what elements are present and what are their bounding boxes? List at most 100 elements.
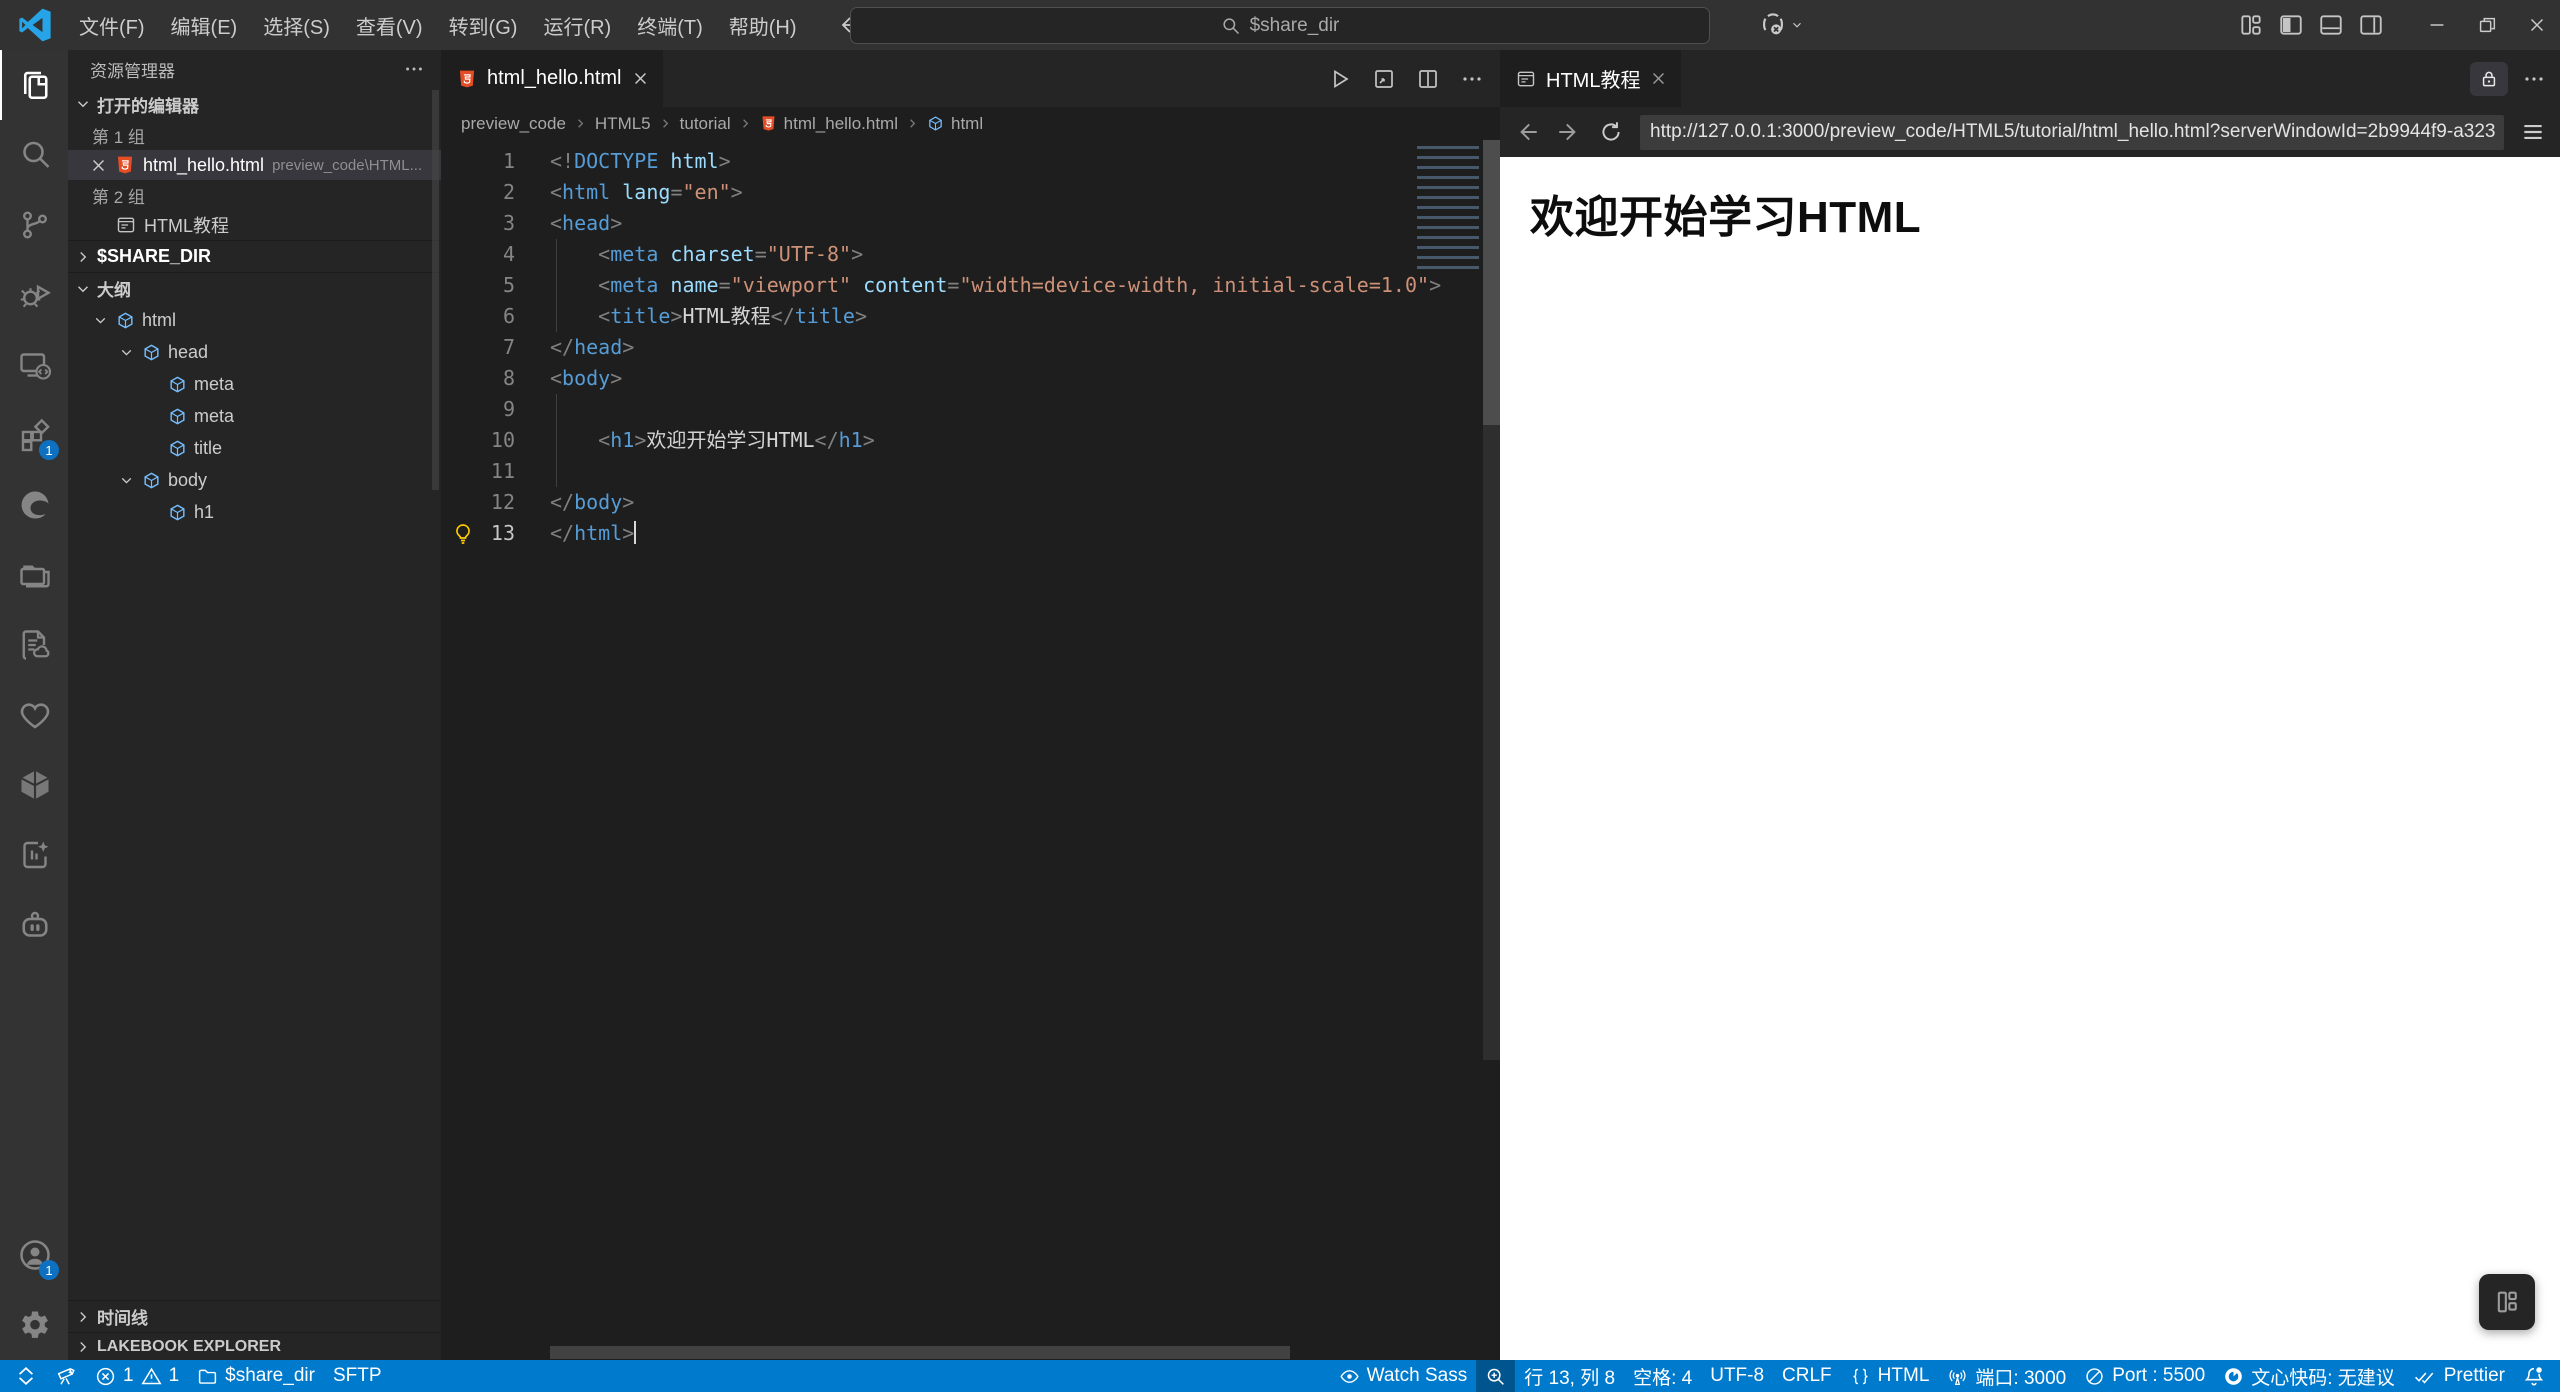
- run-debug-icon[interactable]: [0, 260, 68, 330]
- run-file-icon[interactable]: [1328, 67, 1352, 91]
- indentation[interactable]: 空格: 4: [1624, 1360, 1701, 1392]
- code-line[interactable]: 5 <meta name="viewport" content="width=d…: [441, 270, 1500, 301]
- outline-node[interactable]: meta: [68, 400, 441, 432]
- toggle-primary-sidebar-icon[interactable]: [2278, 12, 2304, 38]
- reload-icon[interactable]: [1598, 119, 1624, 145]
- open-editors-header[interactable]: 打开的编辑器: [68, 88, 441, 120]
- remote-explorer-icon[interactable]: [0, 330, 68, 400]
- minimap[interactable]: [1411, 140, 1483, 272]
- code-line[interactable]: 6 <title>HTML教程</title>: [441, 301, 1500, 332]
- search-view-icon[interactable]: [0, 120, 68, 190]
- code-line[interactable]: 11: [441, 456, 1500, 487]
- cursor-position[interactable]: 行 13, 列 8: [1515, 1360, 1624, 1392]
- robot-icon[interactable]: [0, 890, 68, 960]
- menu-selection[interactable]: 选择(S): [250, 0, 343, 50]
- menu-terminal[interactable]: 终端(T): [624, 0, 716, 50]
- outline-node[interactable]: meta: [68, 368, 441, 400]
- browser-menu-icon[interactable]: [2520, 119, 2546, 145]
- outline-node[interactable]: body: [68, 464, 441, 496]
- floating-layout-button[interactable]: [2479, 1274, 2535, 1330]
- toggle-secondary-sidebar-icon[interactable]: [2358, 12, 2384, 38]
- outline-node[interactable]: html: [68, 304, 441, 336]
- outline-node[interactable]: title: [68, 432, 441, 464]
- scrollbar-thumb[interactable]: [1483, 140, 1500, 425]
- outline-node[interactable]: head: [68, 336, 441, 368]
- lock-button[interactable]: [2470, 61, 2508, 96]
- close-window-button[interactable]: [2514, 0, 2560, 50]
- toggle-panel-icon[interactable]: [2318, 12, 2344, 38]
- port-cn-status[interactable]: 端口: 3000: [1938, 1360, 2075, 1392]
- more-actions-icon[interactable]: [2522, 67, 2546, 91]
- outline-node[interactable]: h1: [68, 496, 441, 528]
- minimize-button[interactable]: [2414, 0, 2460, 50]
- sidebar-scrollbar[interactable]: [432, 90, 439, 490]
- code-line[interactable]: 10 <h1>欢迎开始学习HTML</h1>: [441, 425, 1500, 456]
- lakebook-explorer-section[interactable]: LAKEBOOK EXPLORER: [68, 1332, 441, 1360]
- account-icon[interactable]: 1: [0, 1220, 68, 1290]
- workspace-folder[interactable]: $share_dir: [188, 1360, 324, 1392]
- telescope-button[interactable]: [46, 1360, 86, 1392]
- browser-back-icon[interactable]: [1514, 119, 1540, 145]
- settings-gear-icon[interactable]: [0, 1290, 68, 1360]
- breadcrumb-item[interactable]: tutorial: [680, 114, 731, 134]
- share-dir-section[interactable]: $SHARE_DIR: [68, 240, 441, 272]
- more-actions-icon[interactable]: [403, 58, 425, 80]
- sftp-status[interactable]: SFTP: [324, 1360, 391, 1392]
- lightbulb-icon[interactable]: [451, 522, 475, 546]
- code-line[interactable]: 1 <!DOCTYPE html>: [441, 146, 1500, 177]
- code-line[interactable]: 2 <html lang="en">: [441, 177, 1500, 208]
- menu-go[interactable]: 转到(G): [436, 0, 531, 50]
- split-editor-icon[interactable]: [1416, 67, 1440, 91]
- url-input[interactable]: http://127.0.0.1:3000/preview_code/HTML5…: [1640, 114, 2504, 150]
- zoom-in-status[interactable]: [1476, 1360, 1516, 1392]
- open-editor-preview[interactable]: HTML教程: [68, 210, 441, 240]
- comate-status[interactable]: 文心快码: 无建议: [2214, 1360, 2404, 1392]
- code-line[interactable]: 12 </body>: [441, 487, 1500, 518]
- extensions-icon[interactable]: 1: [0, 400, 68, 470]
- menu-view[interactable]: 查看(V): [343, 0, 436, 50]
- problems-indicator[interactable]: 1 1: [86, 1360, 188, 1392]
- tab-html-hello[interactable]: html_hello.html: [441, 50, 663, 107]
- timeline-section[interactable]: 时间线: [68, 1300, 441, 1332]
- code-line[interactable]: 7 </head>: [441, 332, 1500, 363]
- remote-indicator[interactable]: [6, 1360, 46, 1392]
- menu-help[interactable]: 帮助(H): [716, 0, 810, 50]
- open-editor-html-hello[interactable]: html_hello.html preview_code\HTML...: [68, 150, 441, 180]
- source-control-icon[interactable]: [0, 190, 68, 260]
- horizontal-scrollbar-thumb[interactable]: [550, 1346, 1290, 1359]
- prettier-status[interactable]: Prettier: [2404, 1360, 2514, 1392]
- edge-devtools-icon[interactable]: [0, 470, 68, 540]
- menu-run[interactable]: 运行(R): [530, 0, 624, 50]
- port-en-status[interactable]: Port : 5500: [2075, 1360, 2214, 1392]
- explorer-icon[interactable]: [0, 50, 68, 120]
- restore-button[interactable]: [2464, 0, 2510, 50]
- plugin-sparkle-icon[interactable]: [0, 820, 68, 890]
- code-line[interactable]: 9: [441, 394, 1500, 425]
- folder-library-icon[interactable]: [0, 540, 68, 610]
- code-line[interactable]: 3 <head>: [441, 208, 1500, 239]
- heart-icon[interactable]: [0, 680, 68, 750]
- browser-forward-icon[interactable]: [1556, 119, 1582, 145]
- close-icon[interactable]: [90, 157, 107, 174]
- breadcrumb-item[interactable]: html: [951, 114, 983, 134]
- code-editor[interactable]: 1 <!DOCTYPE html> 2 <html lang="en"> 3 <head>…: [441, 140, 1500, 1360]
- code-line[interactable]: 4 <meta charset="UTF-8">: [441, 239, 1500, 270]
- breadcrumb-item[interactable]: HTML5: [595, 114, 651, 134]
- code-line[interactable]: 8 <body>: [441, 363, 1500, 394]
- menu-edit[interactable]: 编辑(E): [158, 0, 251, 50]
- copilot-button[interactable]: [1758, 10, 1804, 40]
- eol-sequence[interactable]: CRLF: [1773, 1360, 1841, 1392]
- tab-preview[interactable]: HTML教程: [1500, 50, 1682, 107]
- open-preview-side-icon[interactable]: [1372, 67, 1396, 91]
- breadcrumb-item[interactable]: html_hello.html: [784, 114, 898, 134]
- breadcrumb-item[interactable]: preview_code: [461, 114, 566, 134]
- encoding[interactable]: UTF-8: [1701, 1360, 1773, 1392]
- customize-layout-icon[interactable]: [2238, 12, 2264, 38]
- notifications-bell[interactable]: [2514, 1360, 2554, 1392]
- outline-section[interactable]: 大纲: [68, 272, 441, 304]
- watch-sass-status[interactable]: Watch Sass: [1330, 1360, 1477, 1392]
- cube-icon[interactable]: [0, 750, 68, 820]
- close-icon[interactable]: [632, 70, 649, 87]
- vertical-scrollbar[interactable]: [1483, 140, 1500, 1060]
- code-line[interactable]: 13 </html>: [441, 518, 1500, 549]
